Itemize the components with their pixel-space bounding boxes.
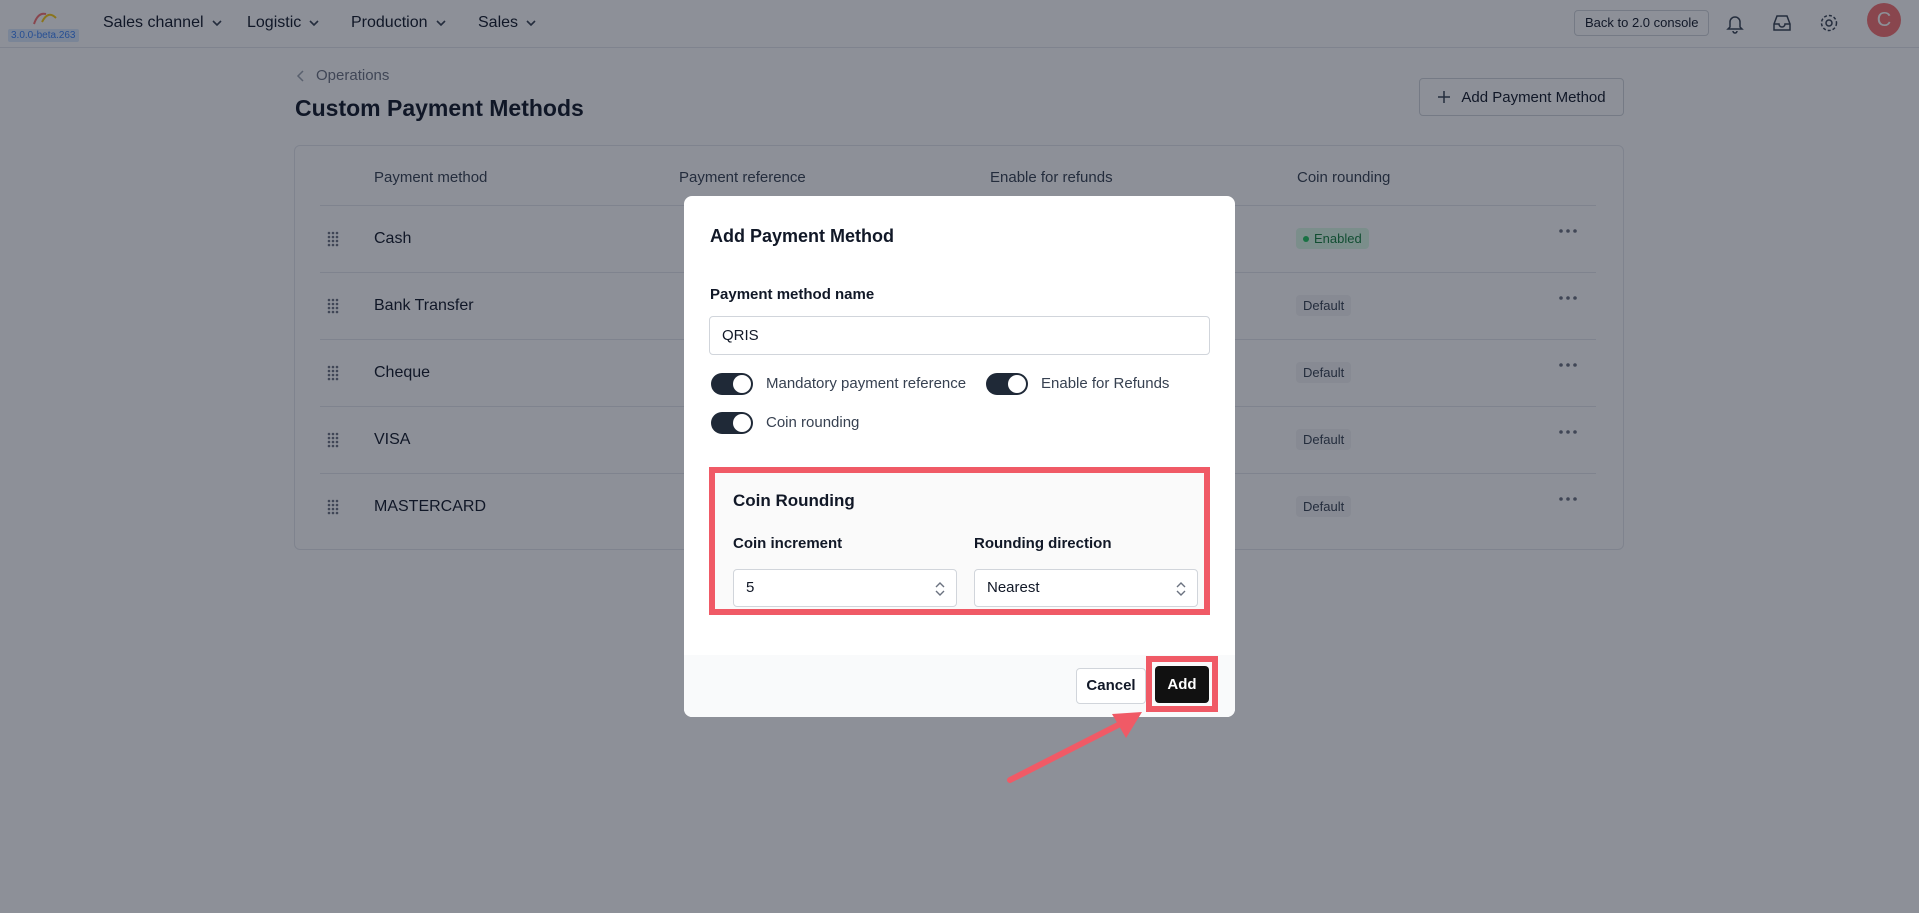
annotation-arrow-icon (1007, 712, 1142, 783)
cancel-button[interactable]: Cancel (1076, 668, 1146, 704)
payment-method-name-label: Payment method name (710, 286, 875, 303)
add-button[interactable]: Add (1155, 666, 1209, 703)
toggle-knob (1008, 375, 1026, 393)
toggle-knob (733, 375, 751, 393)
mandatory-reference-toggle[interactable] (711, 373, 753, 395)
coin-increment-value: 5 (746, 579, 755, 596)
add-payment-method-dialog: Add Payment Method Payment method name Q… (684, 196, 1235, 717)
rounding-direction-value: Nearest (987, 579, 1040, 596)
coin-rounding-label: Coin rounding (766, 414, 860, 431)
enable-refunds-toggle[interactable] (986, 373, 1028, 395)
rounding-direction-label: Rounding direction (974, 535, 1112, 552)
coin-rounding-toggle[interactable] (711, 412, 753, 434)
coin-rounding-title: Coin Rounding (733, 491, 855, 510)
coin-increment-label: Coin increment (733, 535, 843, 552)
select-arrows-icon (1176, 582, 1186, 596)
toggle-knob (733, 414, 751, 432)
select-arrows-icon (935, 582, 945, 596)
payment-method-name-input[interactable]: QRIS (709, 316, 1210, 355)
rounding-direction-select[interactable]: Nearest (974, 569, 1198, 607)
enable-refunds-label: Enable for Refunds (1041, 375, 1170, 392)
dialog-title: Add Payment Method (710, 226, 895, 246)
coin-increment-select[interactable]: 5 (733, 569, 957, 607)
coin-rounding-section: Coin Rounding Coin increment Rounding di… (709, 467, 1210, 615)
mandatory-reference-label: Mandatory payment reference (766, 375, 967, 392)
